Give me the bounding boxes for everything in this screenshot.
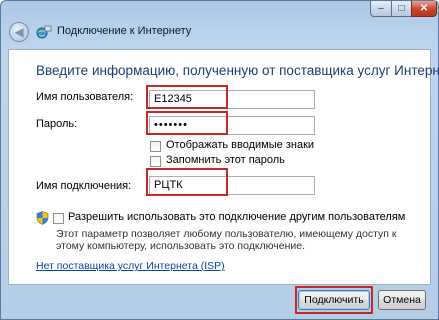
password-label: Пароль: <box>36 118 78 130</box>
connection-name-field[interactable]: РЦТК <box>149 176 315 195</box>
username-field[interactable]: E12345 <box>149 90 315 109</box>
shield-icon <box>36 211 49 225</box>
back-arrow-icon[interactable]: ◀ <box>9 22 29 42</box>
connection-name-label: Имя подключения: <box>36 180 132 192</box>
network-icon <box>36 25 52 39</box>
no-isp-link[interactable]: Нет поставщика услуг Интернета (ISP) <box>36 260 225 272</box>
remember-password-label: Запомнить этот пароль <box>166 154 285 166</box>
allow-others-label: Разрешить использовать это подключение д… <box>68 211 406 223</box>
minimize-button[interactable]: – <box>370 1 392 17</box>
allow-others-note: Этот параметр позволяет любому пользоват… <box>56 228 397 252</box>
cancel-button[interactable]: Отмена <box>378 290 426 310</box>
connect-button[interactable]: Подключить <box>298 290 370 310</box>
window-title: Подключение к Интернету <box>57 25 192 37</box>
dialog-window: – □ ✕ ◀ Подключение к Интернету Введите … <box>0 0 439 320</box>
allow-others-checkbox[interactable] <box>53 213 64 224</box>
username-label: Имя пользователя: <box>36 91 134 103</box>
maximize-button[interactable]: □ <box>391 1 412 17</box>
close-button[interactable]: ✕ <box>411 1 437 17</box>
dialog-footer: Подключить Отмена <box>8 285 431 317</box>
page-heading: Введите информацию, полученную от постав… <box>36 63 439 78</box>
navigation-bar: ◀ Подключение к Интернету <box>7 19 427 45</box>
show-characters-checkbox[interactable] <box>150 141 161 152</box>
remember-password-checkbox[interactable] <box>150 156 161 167</box>
password-field[interactable]: ••••••• <box>149 116 315 135</box>
content-panel: Введите информацию, полученную от постав… <box>8 49 439 285</box>
show-characters-label: Отображать вводимые знаки <box>166 139 315 151</box>
